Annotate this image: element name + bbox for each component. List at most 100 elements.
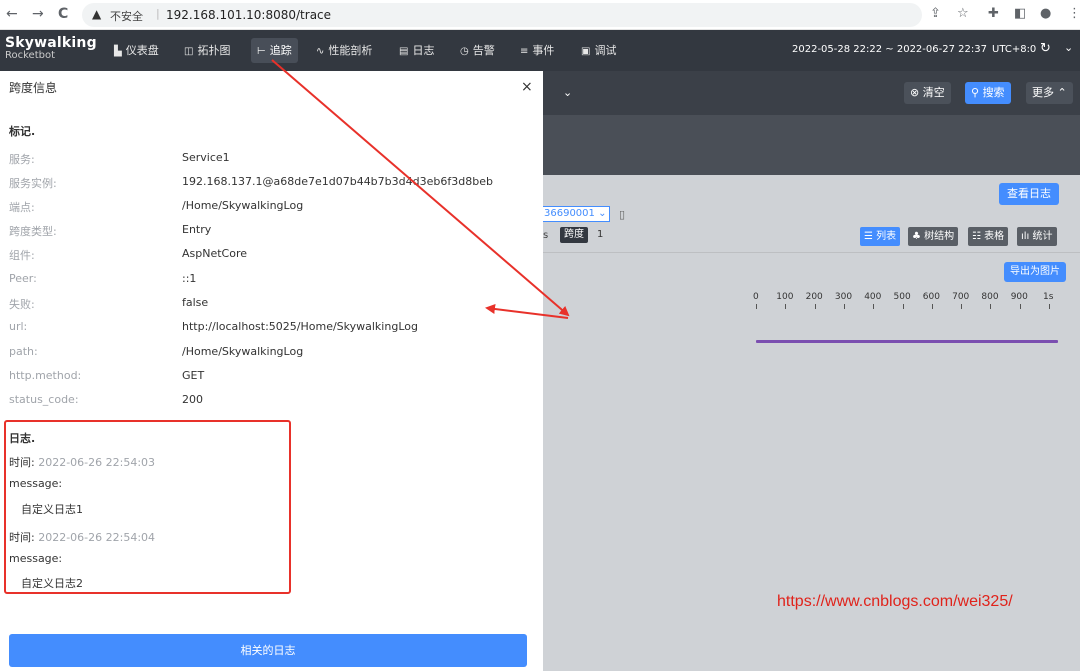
field-value: Entry [182,223,212,236]
view-tree-button[interactable]: ♣ 树结构 [908,227,959,246]
log-time-label: 时间: [9,456,35,469]
menu-icon[interactable]: ⋮ [1068,6,1080,21]
field-value: 200 [182,393,203,406]
field-value: false [182,296,209,309]
log-time-value: 2022-06-26 22:54:04 [38,531,156,544]
close-icon[interactable]: × [521,79,533,95]
axis-tick-mark [1019,304,1021,309]
trace-id-select[interactable]: 36690001 ⌄ [541,206,611,222]
url-text[interactable]: 192.168.101.10:8080/trace [166,8,331,22]
duration-suffix: s [543,230,549,241]
select-chevron-icon: ⌄ [598,208,607,219]
axis-tick-label: 900 [1010,292,1028,302]
more-button[interactable]: 更多 ⌃ [1026,82,1073,104]
nav-alarm[interactable]: ◷ 告警 [454,38,501,63]
span-bar[interactable] [756,340,1058,343]
search-label: 搜索 [982,86,1005,99]
profile-icon[interactable]: ● [1040,6,1051,21]
clear-label: 清空 [922,86,945,99]
export-image-button[interactable]: 导出为图片 [1004,262,1066,282]
axis-tick-label: 800 [981,292,999,302]
table-icon: ☷ [972,231,981,242]
axis-tick-label: 700 [952,292,970,302]
axis-tick-label: 500 [893,292,911,302]
nav-event[interactable]: ≡ 事件 [514,38,560,63]
app-topnav: Skywalking Rocketbot ▙ 仪表盘 ◫ 拓扑图 ⊢ 追踪 ∿ 性能剖析… [0,30,1080,71]
stats-icon: ılı [1021,231,1030,242]
drawer-title: 跨度信息 [9,81,58,95]
field-value: /Home/SkywalkingLog [182,345,304,358]
view-logs-button[interactable]: 查看日志 [999,183,1059,205]
filter-subbar [543,115,1080,175]
search-icon: ⚲ [971,86,983,99]
clear-button[interactable]: ⊗ 清空 [904,82,951,104]
watermark: https://www.cnblogs.com/wei325/ [777,593,1013,610]
log-entry-time: 时间: 2022-06-26 22:54:04 [9,529,155,545]
field-key: status_code: [9,393,79,406]
log-time-value: 2022-06-26 22:54:03 [38,456,156,469]
trace-icon: ⊢ [257,46,266,57]
search-toolbar: ⌄ ⊗ 清空 ⚲ 搜索 更多 ⌃ [543,71,1080,115]
reload-icon[interactable]: C [58,6,68,22]
field-key: 组件: [9,249,35,262]
axis-tick-mark [756,304,757,309]
field-key: 失败: [9,298,35,311]
field-value: GET [182,369,205,382]
debug-icon: ▣ [581,46,591,57]
related-logs-button[interactable]: 相关的日志 [9,634,527,667]
view-label: 统计 [1032,231,1053,242]
axis-tick-mark [873,304,875,309]
nav-label: 事件 [532,44,555,57]
refresh-icon[interactable]: ↻ [1040,41,1051,56]
view-table-button[interactable]: ☷ 表格 [968,227,1009,246]
field-key: url: [9,320,28,333]
share-icon[interactable]: ⇪ [930,6,941,21]
logo[interactable]: Skywalking Rocketbot [5,35,97,61]
field-key: 服务: [9,153,35,166]
forward-arrow-icon[interactable]: → [32,6,44,22]
topology-icon: ◫ [184,46,194,57]
sidebar-icon[interactable]: ◧ [1014,6,1026,21]
back-arrow-icon[interactable]: ← [6,6,18,22]
nav-label: 追踪 [269,44,292,57]
nav-log[interactable]: ▤ 日志 [393,38,440,63]
field-key: 端点: [9,201,35,214]
nav-topology[interactable]: ◫ 拓扑图 [178,38,236,63]
view-stats-button[interactable]: ılı 统计 [1017,227,1057,246]
nav-trace[interactable]: ⊢ 追踪 [251,38,298,63]
copy-icon[interactable]: ▯ [619,208,625,221]
logo-title: Skywalking [5,35,97,51]
span-info-drawer: 跨度信息 × 标记. 服务: Service1 服务实例: 192.168.13… [0,71,543,671]
nav-label: 性能剖析 [328,44,373,57]
span-count: 1 [597,229,604,240]
alarm-icon: ◷ [460,46,469,57]
field-key: path: [9,345,38,358]
insecure-label: 不安全 [110,10,143,23]
log-message-label: message: [9,477,63,490]
field-value: /Home/SkywalkingLog [182,199,304,212]
log-message-value: 自定义日志1 [21,503,83,516]
axis-tick-label: 100 [776,292,794,302]
timezone[interactable]: UTC+8:0 [992,44,1036,55]
nav-debug[interactable]: ▣ 调试 [575,38,622,63]
profile-icon: ∿ [316,46,325,57]
search-button[interactable]: ⚲ 搜索 [965,82,1011,104]
extension-icon[interactable]: ✚ [988,6,999,21]
address-bar[interactable]: ▲ 不安全 | 192.168.101.10:8080/trace [82,3,922,27]
field-value: AspNetCore [182,247,248,260]
chevron-down-icon[interactable]: ⌄ [563,86,572,99]
nav-dashboard[interactable]: ▙ 仪表盘 [108,38,165,63]
chevron-down-icon[interactable]: ⌄ [1064,41,1073,54]
date-range[interactable]: 2022-05-28 22:22 ~ 2022-06-27 22:37 [792,44,987,55]
view-label: 表格 [984,231,1005,242]
browser-toolbar: ← → C ▲ 不安全 | 192.168.101.10:8080/trace … [0,0,1080,30]
nav-label: 仪表盘 [125,44,159,57]
star-icon[interactable]: ☆ [957,6,969,21]
log-time-label: 时间: [9,531,35,544]
field-value: Service1 [182,151,230,164]
axis-tick-mark [961,304,963,309]
nav-profile[interactable]: ∿ 性能剖析 [310,38,378,63]
view-list-button[interactable]: ☰ 列表 [860,227,901,246]
nav-label: 告警 [472,44,495,57]
field-value: 192.168.137.1@a68de7e1d07b44b7b3d4d3eb6f… [182,175,493,188]
